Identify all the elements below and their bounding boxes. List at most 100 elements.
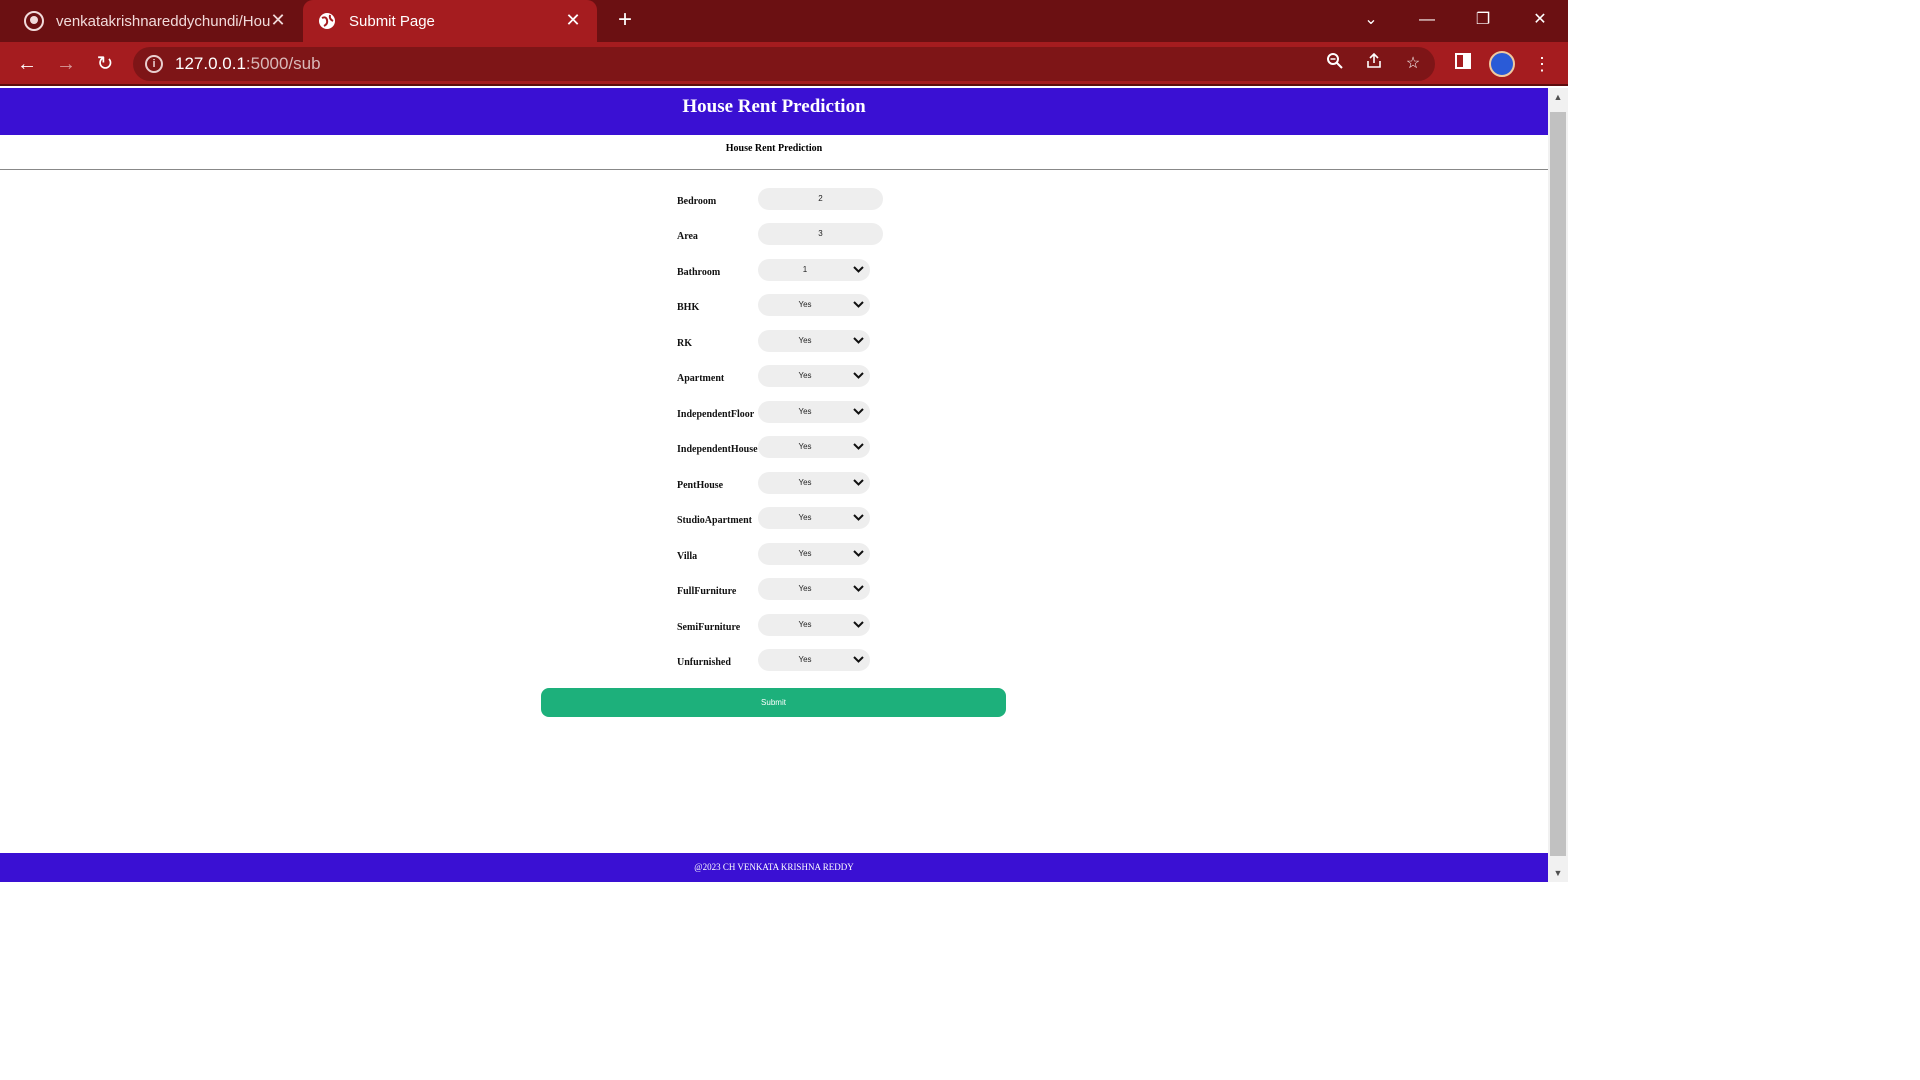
- text-input[interactable]: 2: [758, 188, 883, 210]
- menu-kebab-icon[interactable]: ⋮: [1528, 50, 1556, 78]
- side-panel-icon[interactable]: [1449, 50, 1477, 78]
- field-label: Unfurnished: [677, 657, 731, 668]
- chevron-down-icon: [853, 507, 864, 538]
- scroll-down-icon[interactable]: ▼: [1552, 868, 1564, 878]
- info-icon[interactable]: i: [145, 55, 163, 73]
- form-row: IndependentFloor Yes: [677, 401, 897, 425]
- chevron-down-icon: [853, 649, 864, 680]
- page-header: House Rent Prediction: [0, 88, 1548, 135]
- restore-icon[interactable]: ❐: [1463, 0, 1503, 40]
- github-icon: [24, 11, 44, 31]
- bookmark-star-icon[interactable]: ☆: [1401, 52, 1425, 76]
- select-value: 1: [802, 265, 808, 274]
- chevron-down-icon: [853, 578, 864, 609]
- chevron-down-icon: [853, 401, 864, 432]
- form-row: Area 3: [677, 223, 897, 247]
- chevron-down-icon: [853, 259, 864, 290]
- select-dropdown[interactable]: Yes: [758, 614, 870, 636]
- field-label: StudioApartment: [677, 515, 753, 526]
- scrollbar[interactable]: ▲ ▼: [1548, 88, 1568, 882]
- new-tab-button[interactable]: +: [611, 6, 639, 34]
- select-value: Yes: [798, 584, 812, 593]
- browser-tab-submit-page[interactable]: Submit Page ✕: [303, 0, 597, 42]
- form-row: Apartment Yes: [677, 365, 897, 389]
- profile-avatar[interactable]: [1489, 51, 1515, 77]
- browser-tab-strip: venkatakrishnareddychundi/Hou ✕ Submit P…: [0, 0, 1568, 42]
- field-label: SemiFurniture: [677, 622, 741, 633]
- browser-tab-github[interactable]: venkatakrishnareddychundi/Hou ✕: [10, 0, 302, 42]
- field-label: IndependentHouse: [677, 444, 758, 455]
- select-value: Yes: [798, 300, 812, 309]
- select-dropdown[interactable]: Yes: [758, 401, 870, 423]
- tab-title: venkatakrishnareddychundi/Hou: [56, 12, 271, 30]
- field-label: Villa: [677, 551, 698, 562]
- select-value: Yes: [798, 620, 812, 629]
- form-row: FullFurniture Yes: [677, 578, 897, 602]
- select-dropdown[interactable]: Yes: [758, 649, 870, 671]
- page-viewport: House Rent Prediction House Rent Predict…: [0, 88, 1548, 882]
- chevron-down-icon: [853, 294, 864, 325]
- chevron-down-icon: [853, 614, 864, 645]
- chevron-down-icon: [853, 543, 864, 574]
- select-value: Yes: [798, 371, 812, 380]
- select-dropdown[interactable]: Yes: [758, 330, 870, 352]
- select-value: Yes: [798, 442, 812, 451]
- select-value: Yes: [798, 407, 812, 416]
- close-tab-icon[interactable]: ✕: [268, 10, 288, 30]
- select-dropdown[interactable]: Yes: [758, 365, 870, 387]
- reload-icon[interactable]: ↻: [91, 50, 119, 78]
- form-row: IndependentHouse Yes: [677, 436, 897, 460]
- tab-title: Submit Page: [349, 12, 435, 30]
- chevron-down-icon: [853, 330, 864, 361]
- tab-search-chevron-icon[interactable]: ⌄: [1351, 0, 1391, 40]
- back-arrow-icon[interactable]: ←: [13, 50, 41, 78]
- field-label: RK: [677, 338, 692, 349]
- select-value: Yes: [798, 655, 812, 664]
- select-value: Yes: [798, 549, 812, 558]
- chevron-down-icon: [853, 472, 864, 503]
- select-dropdown[interactable]: Yes: [758, 294, 870, 316]
- form-row: BHK Yes: [677, 294, 897, 318]
- select-dropdown[interactable]: Yes: [758, 472, 870, 494]
- globe-icon: [317, 11, 337, 31]
- zoom-icon[interactable]: [1323, 52, 1347, 76]
- submit-button[interactable]: Submit: [541, 688, 1006, 717]
- select-dropdown[interactable]: Yes: [758, 543, 870, 565]
- close-window-icon[interactable]: ✕: [1520, 0, 1560, 40]
- form-row: Bathroom 1: [677, 259, 897, 283]
- field-label: PentHouse: [677, 480, 724, 491]
- field-label: Apartment: [677, 373, 725, 384]
- select-dropdown[interactable]: Yes: [758, 436, 870, 458]
- form-row: PentHouse Yes: [677, 472, 897, 496]
- scroll-up-icon[interactable]: ▲: [1552, 92, 1564, 102]
- chevron-down-icon: [853, 436, 864, 467]
- minimize-icon[interactable]: —: [1407, 0, 1447, 40]
- field-label: Bathroom: [677, 267, 721, 278]
- select-dropdown[interactable]: Yes: [758, 578, 870, 600]
- text-input[interactable]: 3: [758, 223, 883, 245]
- page-subtitle: House Rent Prediction: [725, 143, 823, 154]
- share-icon[interactable]: [1362, 52, 1386, 76]
- form-row: SemiFurniture Yes: [677, 614, 897, 638]
- field-label: Area: [677, 231, 698, 242]
- field-label: IndependentFloor: [677, 409, 755, 420]
- select-value: Yes: [798, 478, 812, 487]
- select-value: Yes: [798, 336, 812, 345]
- divider: [0, 169, 1548, 170]
- page-footer: @2023 CH VENKATA KRISHNA REDDY: [0, 853, 1548, 882]
- form-row: StudioApartment Yes: [677, 507, 897, 531]
- field-label: FullFurniture: [677, 586, 737, 597]
- select-dropdown[interactable]: 1: [758, 259, 870, 281]
- form-row: Unfurnished Yes: [677, 649, 897, 673]
- address-bar[interactable]: i 127.0.0.1:5000/sub ☆: [133, 47, 1435, 81]
- select-dropdown[interactable]: Yes: [758, 507, 870, 529]
- form-row: Villa Yes: [677, 543, 897, 567]
- form-row: Bedroom 2: [677, 188, 897, 212]
- chevron-down-icon: [853, 365, 864, 396]
- form-row: RK Yes: [677, 330, 897, 354]
- select-value: Yes: [798, 513, 812, 522]
- scrollbar-thumb[interactable]: [1550, 112, 1566, 856]
- close-tab-icon[interactable]: ✕: [563, 10, 583, 30]
- url-text[interactable]: 127.0.0.1:5000/sub: [175, 54, 321, 74]
- forward-arrow-icon[interactable]: →: [52, 50, 80, 78]
